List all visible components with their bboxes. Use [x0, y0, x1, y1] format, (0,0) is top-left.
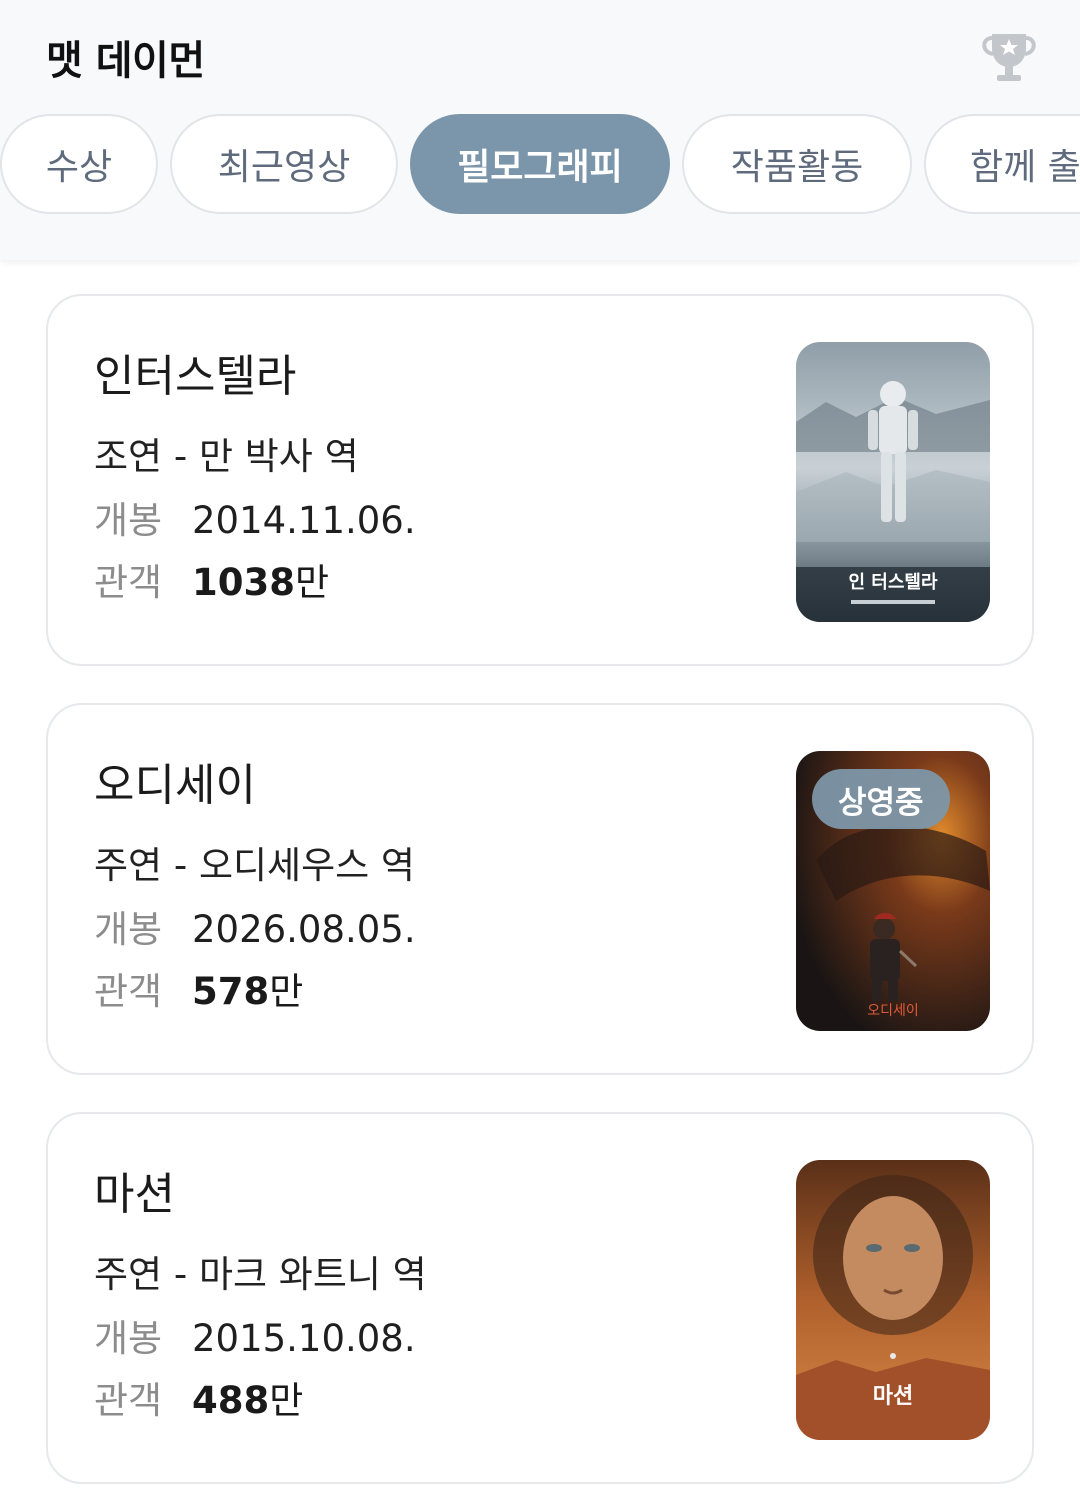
movie-title[interactable]: 마션	[94, 1158, 175, 1222]
release-date: 2026.08.05.	[192, 908, 416, 951]
poster-title: 마션	[873, 1384, 913, 1409]
tab-works[interactable]: 작품활동	[682, 114, 912, 214]
audience-count: 488	[192, 1379, 270, 1422]
movie-role: 주연 - 마크 와트니 역	[94, 1253, 427, 1296]
movie-poster[interactable]: 오디세이 상영중	[796, 751, 990, 1031]
release-label: 개봉	[94, 499, 163, 542]
audience-unit: 만	[269, 1379, 304, 1422]
movie-title[interactable]: 오디세이	[94, 749, 256, 813]
header: 맷 데이먼 수상 최근영상 필모그래피 작품활동 함께 출	[0, 0, 1080, 260]
audience-count: 1038	[192, 561, 295, 604]
movie-role: 주연 - 오디세우스 역	[94, 844, 415, 887]
tab-bar: 수상 최근영상 필모그래피 작품활동 함께 출	[0, 114, 1080, 218]
tab-label: 함께 출	[970, 147, 1080, 188]
movie-card[interactable]: 마션 주연 - 마크 와트니 역 개봉 2015.10.08. 관객 488만	[46, 1112, 1034, 1484]
tab-label: 최근영상	[217, 147, 351, 188]
page-title: 맷 데이먼	[46, 38, 205, 84]
audience-unit: 만	[269, 970, 304, 1013]
audience-label: 관객	[94, 970, 163, 1013]
audience-count: 578	[192, 970, 270, 1013]
movie-role: 조연 - 만 박사 역	[94, 435, 359, 478]
now-showing-badge: 상영중	[812, 769, 950, 829]
poster-title: 인 터스텔라	[848, 572, 938, 593]
release-date: 2014.11.06.	[192, 499, 416, 542]
tab-filmography[interactable]: 필모그래피	[410, 114, 670, 214]
audience-row: 관객 488만	[94, 1370, 303, 1424]
movie-poster[interactable]: 인 터스텔라	[796, 342, 990, 622]
audience-row: 관객 1038만	[94, 552, 329, 606]
release-row: 개봉 2014.11.06.	[94, 490, 416, 544]
release-row: 개봉 2026.08.05.	[94, 899, 416, 953]
movie-poster[interactable]: 마션	[796, 1160, 990, 1440]
tab-costars[interactable]: 함께 출	[924, 114, 1080, 214]
tab-label: 수상	[45, 147, 113, 188]
audience-label: 관객	[94, 1379, 163, 1422]
audience-label: 관객	[94, 561, 163, 604]
movie-card[interactable]: 오디세이 주연 - 오디세우스 역 개봉 2026.08.05. 관객 578만	[46, 703, 1034, 1075]
release-label: 개봉	[94, 1317, 163, 1360]
release-label: 개봉	[94, 908, 163, 951]
tab-label: 작품활동	[730, 147, 864, 188]
tab-recent-videos[interactable]: 최근영상	[170, 114, 398, 214]
tab-awards[interactable]: 수상	[0, 114, 158, 214]
trophy-icon[interactable]	[978, 26, 1040, 88]
poster-title: 오디세이	[867, 1003, 919, 1019]
audience-row: 관객 578만	[94, 961, 303, 1015]
release-row: 개봉 2015.10.08.	[94, 1308, 416, 1362]
movie-card[interactable]: 인터스텔라 조연 - 만 박사 역 개봉 2014.11.06. 관객 1038만	[46, 294, 1034, 666]
audience-unit: 만	[294, 561, 330, 604]
tab-label: 필모그래피	[457, 147, 623, 188]
movie-title[interactable]: 인터스텔라	[94, 340, 296, 404]
release-date: 2015.10.08.	[192, 1317, 416, 1360]
